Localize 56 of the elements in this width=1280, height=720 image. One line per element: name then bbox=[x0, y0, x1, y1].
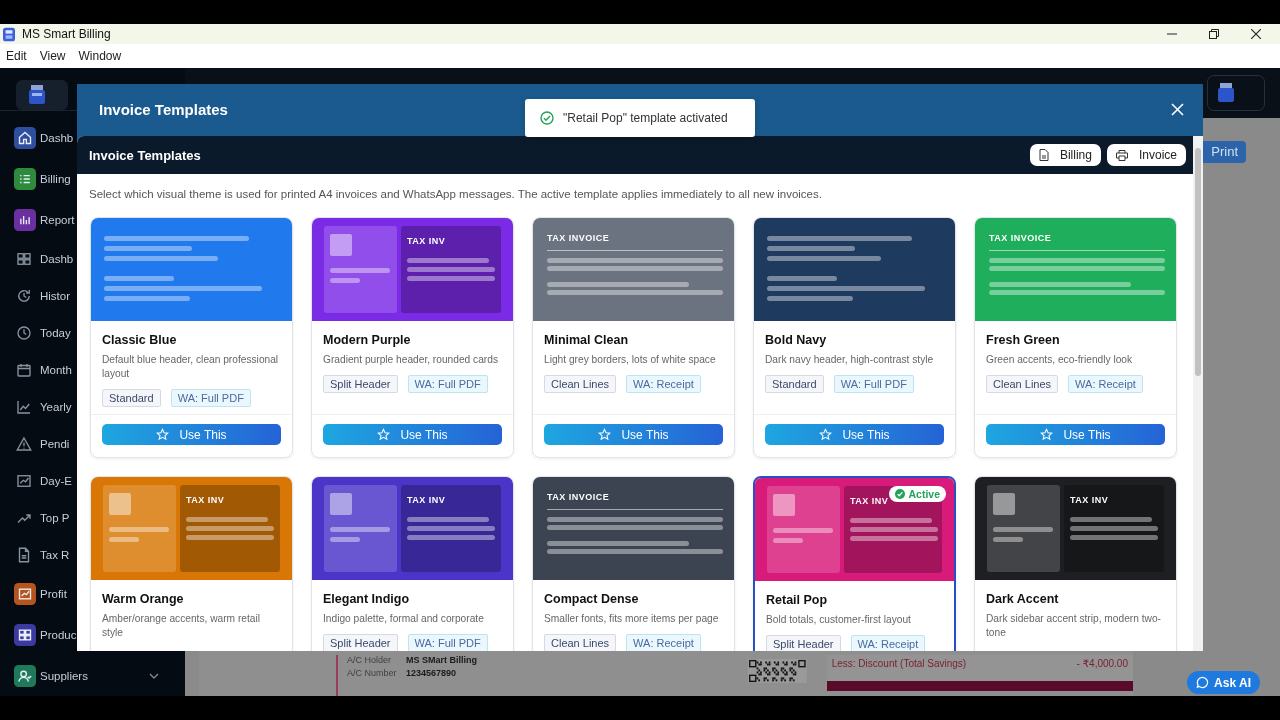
tag: Standard bbox=[102, 389, 161, 407]
template-name: Retail Pop bbox=[766, 592, 829, 608]
preview-heading: TAX INV bbox=[407, 495, 447, 505]
discount-amount: - ₹4,000.00 bbox=[1076, 658, 1128, 669]
discount-label: Less: Discount (Total Savings) bbox=[831, 658, 967, 669]
template-name: Bold Navy bbox=[765, 332, 828, 348]
template-name: Classic Blue bbox=[102, 332, 178, 348]
template-description: Light grey borders, lots of white space bbox=[544, 353, 717, 367]
tag: WA: Receipt bbox=[1068, 375, 1143, 393]
template-description: Bold totals, customer-first layout bbox=[766, 613, 912, 627]
template-name: Warm Orange bbox=[102, 591, 185, 607]
template-description: Dark sidebar accent strip, modern two-tone bbox=[986, 612, 1162, 640]
intro-text: Select which visual theme is used for printed A4 invoices and WhatsApp messages. The active template applies immediately to all new invoices. bbox=[89, 187, 823, 202]
active-badge: Active bbox=[889, 486, 946, 502]
template-name: Compact Dense bbox=[544, 591, 640, 607]
template-description: Green accents, eco-friendly look bbox=[986, 353, 1134, 367]
template-description: Indigo palette, formal and corporate bbox=[323, 612, 485, 626]
preview-heading: TAX INV bbox=[1070, 495, 1110, 505]
preview-heading: TAX INVOICE bbox=[989, 233, 1053, 243]
tag: Split Header bbox=[323, 634, 398, 651]
preview-heading: TAX INV bbox=[186, 495, 226, 505]
tag: Clean Lines bbox=[544, 375, 617, 393]
preview-heading: TAX INV bbox=[850, 496, 890, 506]
template-description: Default blue header, clean professional layout bbox=[102, 353, 280, 381]
template-name: Minimal Clean bbox=[544, 332, 630, 348]
toast-message: "Retail Pop" template activated bbox=[563, 111, 728, 125]
template-description: Amber/orange accents, warm retail style bbox=[102, 612, 261, 640]
template-description: Smaller fonts, fits more items per page bbox=[544, 612, 720, 626]
tag: Split Header bbox=[766, 635, 841, 651]
window-title: MS Smart Billing bbox=[22, 27, 111, 41]
tag: Clean Lines bbox=[986, 375, 1059, 393]
tag: WA: Full PDF bbox=[833, 375, 914, 393]
tag: WA: Receipt bbox=[626, 375, 701, 393]
template-name: Dark Accent bbox=[986, 591, 1060, 607]
tag: Split Header bbox=[323, 375, 398, 393]
template-description: Dark navy header, high-contrast style bbox=[765, 353, 935, 367]
account-value: MS SMart Billing bbox=[406, 655, 477, 665]
template-name: Elegant Indigo bbox=[323, 591, 411, 607]
preview-heading: TAX INVOICE bbox=[547, 233, 611, 243]
template-name: Fresh Green bbox=[986, 332, 1061, 348]
panel-title: Invoice Templates bbox=[89, 147, 201, 163]
tag: WA: Full PDF bbox=[407, 634, 488, 651]
preview-heading: TAX INV bbox=[407, 236, 447, 246]
tag: WA: Full PDF bbox=[170, 389, 251, 407]
preview-heading: TAX INVOICE bbox=[547, 492, 611, 502]
template-name: Modern Purple bbox=[323, 332, 412, 348]
tag: WA: Receipt bbox=[626, 634, 701, 651]
tag: WA: Full PDF bbox=[407, 375, 488, 393]
account-label: A/C Number bbox=[347, 668, 397, 678]
template-description: Gradient purple header, rounded cards bbox=[323, 353, 499, 367]
tag: WA: Receipt bbox=[850, 635, 926, 651]
tag: Standard bbox=[765, 375, 824, 393]
account-value: 1234567890 bbox=[406, 668, 457, 678]
tag: Clean Lines bbox=[544, 634, 617, 651]
account-label: A/C Holder bbox=[347, 655, 392, 665]
modal-title: Invoice Templates bbox=[99, 100, 228, 118]
